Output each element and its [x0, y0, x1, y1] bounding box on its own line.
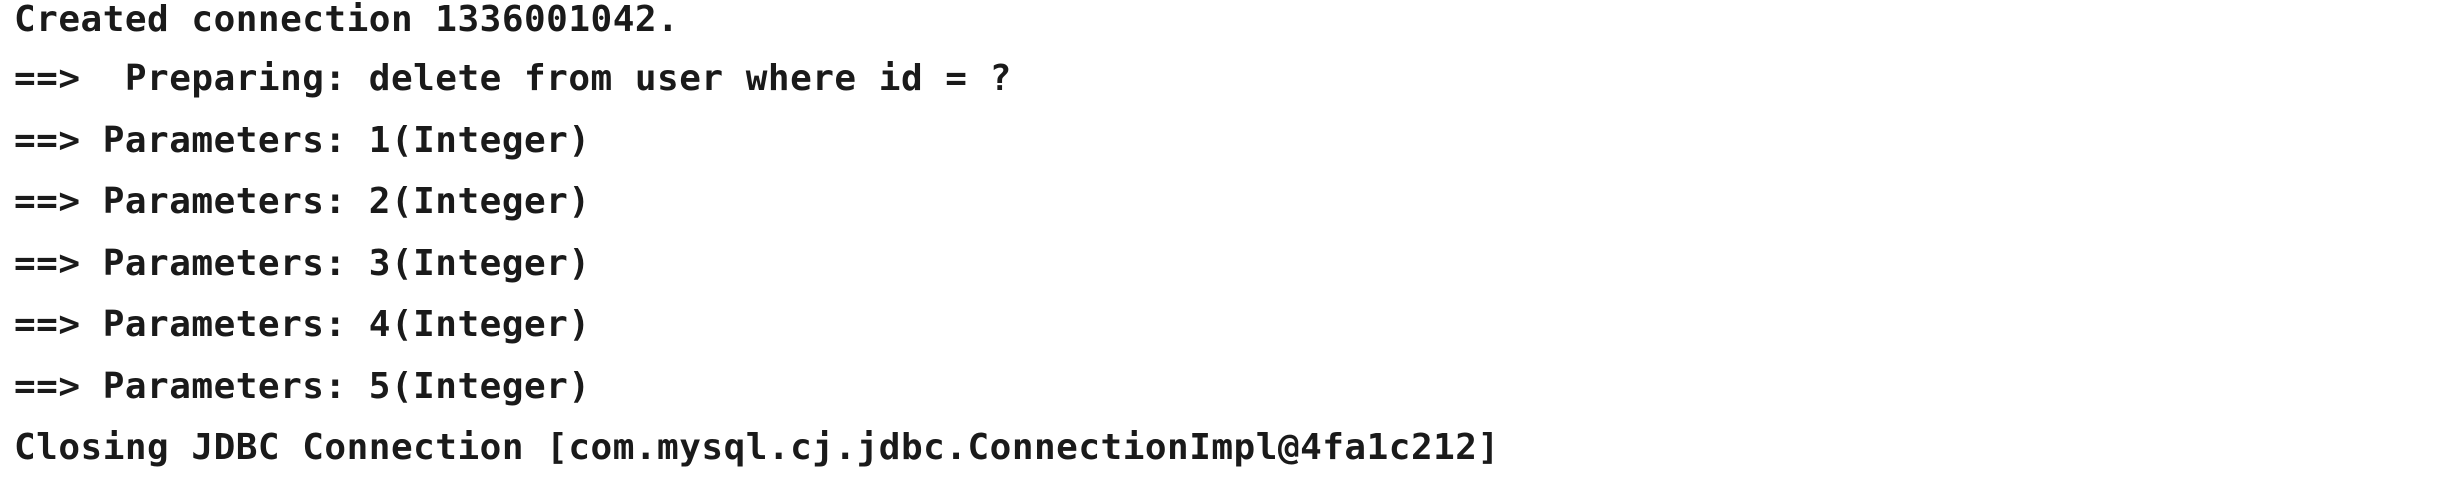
log-line-parameters: ==> Parameters: 2(Integer) — [14, 181, 591, 222]
console-output: Created connection 1336001042. ==> Prepa… — [0, 0, 2454, 477]
log-line-parameters: ==> Parameters: 3(Integer) — [14, 242, 591, 284]
log-line-closing-connection: Closing JDBC Connection [com.mysql.cj.jd… — [14, 427, 1500, 468]
log-line-parameters: ==> Parameters: 4(Integer) — [14, 304, 591, 345]
log-line-parameters: ==> Parameters: 5(Integer) — [14, 365, 591, 407]
log-line-preparing-statement: ==> Preparing: delete from user where id… — [14, 58, 1012, 99]
log-line-parameters: ==> Parameters: 1(Integer) — [14, 119, 591, 161]
log-line-created-connection: Created connection 1336001042. — [14, 0, 680, 40]
